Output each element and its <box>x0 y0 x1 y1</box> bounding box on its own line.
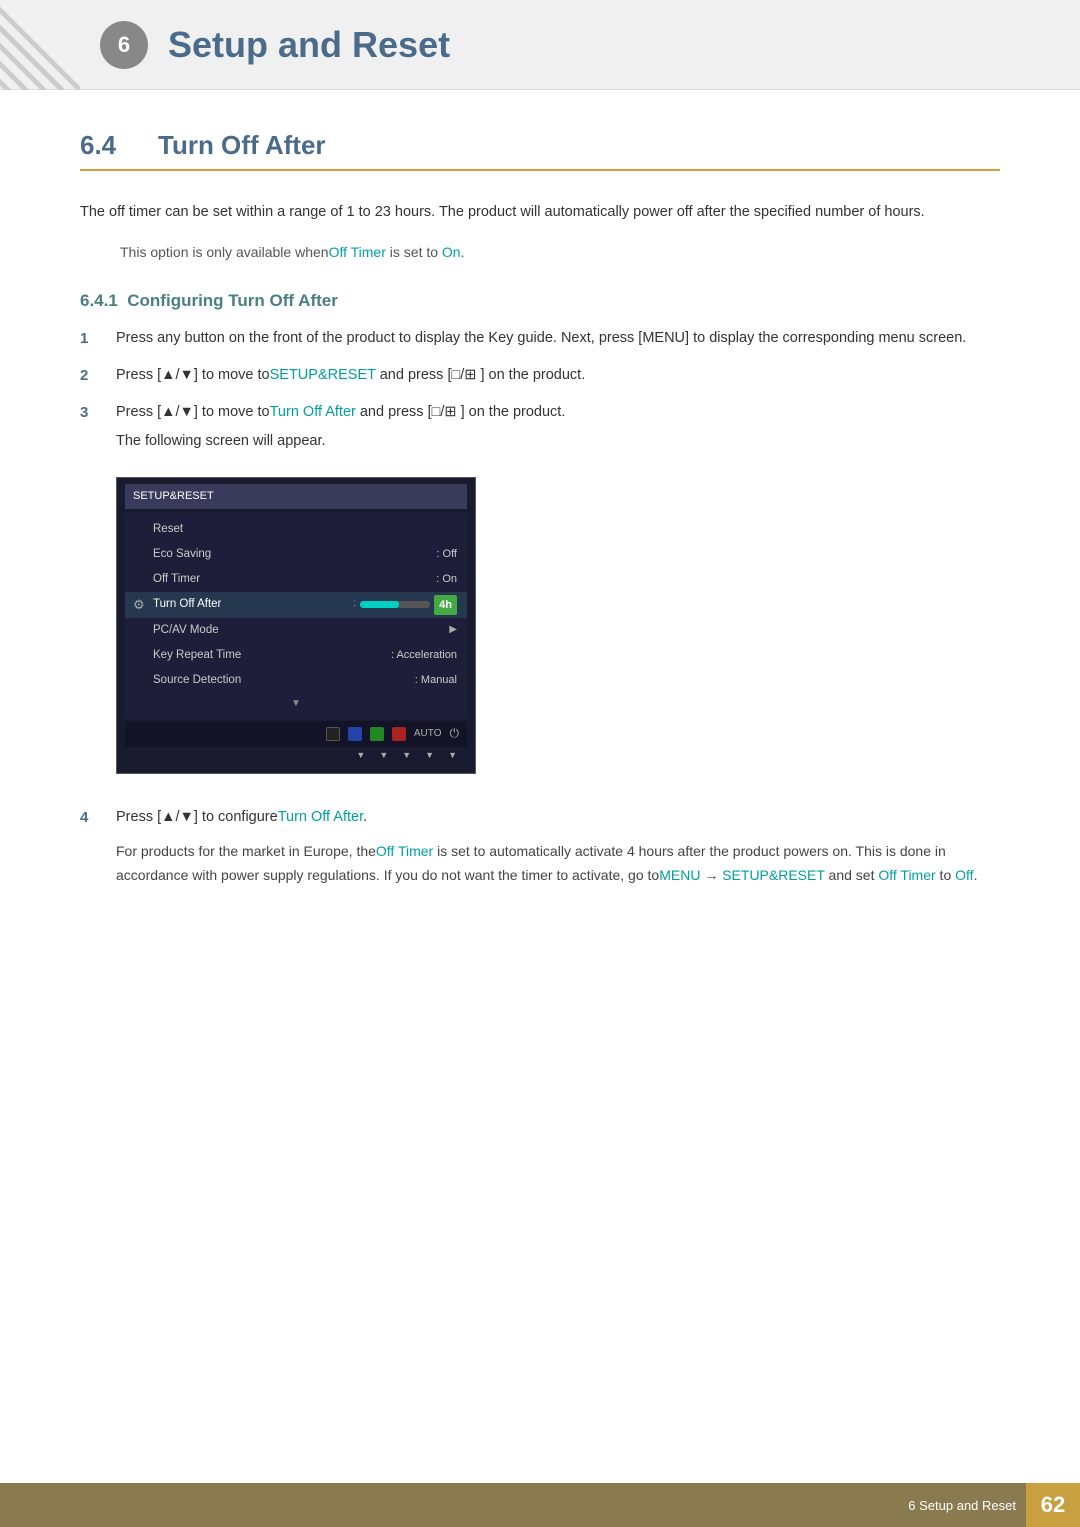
osd-btn-green <box>370 727 384 741</box>
osd-btn-blue <box>348 727 362 741</box>
step-4-text: Press [▲/▼] to configureTurn Off After. <box>116 806 367 830</box>
steps-list: 1 Press any button on the front of the p… <box>80 327 1000 888</box>
section-number: 6.4 <box>80 130 140 161</box>
chapter-icon: 6 <box>100 21 148 69</box>
osd-row-off-timer: Off Timer : On <box>125 567 467 592</box>
page-footer: 6 Setup and Reset 62 <box>0 1483 1080 1527</box>
section-title: Turn Off After <box>158 130 326 161</box>
osd-row-turn-off-after: ⚙ Turn Off After : 4h <box>125 592 467 618</box>
osd-row-source-detection: Source Detection : Manual <box>125 668 467 693</box>
osd-row-down: ▼ <box>125 693 467 716</box>
note-text: This option is only available whenOff Ti… <box>120 241 1000 263</box>
step-2-text: Press [▲/▼] to move toSETUP&RESET and pr… <box>116 364 1000 388</box>
osd-auto-text: AUTO <box>414 726 442 743</box>
step-1-text: Press any button on the front of the pro… <box>116 327 1000 351</box>
osd-menu: Reset Eco Saving : Off Off Timer : On <box>125 513 467 719</box>
osd-btn-red <box>392 727 406 741</box>
main-content: 6.4 Turn Off After The off timer can be … <box>0 90 1080 988</box>
osd-btn-black <box>326 727 340 741</box>
osd-row-pcav-mode: PC/AV Mode ▶ <box>125 618 467 643</box>
gear-icon-osd: ⚙ <box>133 594 145 615</box>
footer-page-number: 62 <box>1026 1483 1080 1527</box>
step-3: 3 Press [▲/▼] to move toTurn Off After a… <box>80 401 1000 794</box>
page-header: 6 Setup and Reset <box>0 0 1080 90</box>
body-paragraph: The off timer can be set within a range … <box>80 201 1000 225</box>
section-heading: 6.4 Turn Off After <box>80 130 1000 171</box>
step-4: 4 Press [▲/▼] to configureTurn Off After… <box>80 806 1000 888</box>
osd-power-icon: ⏻ <box>450 724 460 744</box>
osd-row-eco-saving: Eco Saving : Off <box>125 542 467 567</box>
step-3-sub: The following screen will appear. <box>116 430 326 454</box>
step-1: 1 Press any button on the front of the p… <box>80 327 1000 352</box>
osd-bottom-bar: AUTO ⏻ <box>125 721 467 747</box>
footer-text: 6 Setup and Reset <box>908 1498 1016 1513</box>
osd-screenshot: SETUP&RESET Reset Eco Saving : Off <box>116 477 476 773</box>
subsection-heading: 6.4.1 Configuring Turn Off After <box>80 291 1000 311</box>
osd-down-arrows: ▼ ▼ ▼ ▼ ▼ <box>125 748 467 763</box>
page-title: Setup and Reset <box>168 24 450 66</box>
osd-row-key-repeat: Key Repeat Time : Acceleration <box>125 643 467 668</box>
osd-row-reset: Reset <box>125 517 467 542</box>
step-2: 2 Press [▲/▼] to move toSETUP&RESET and … <box>80 364 1000 389</box>
step-3-text: Press [▲/▼] to move toTurn Off After and… <box>116 401 565 425</box>
step-4-note: For products for the market in Europe, t… <box>116 840 1000 888</box>
osd-title-bar: SETUP&RESET <box>125 484 467 508</box>
